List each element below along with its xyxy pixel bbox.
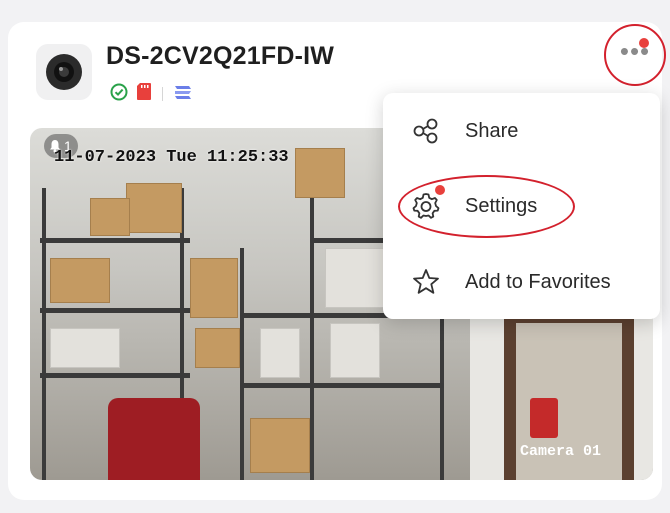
menu-item-share[interactable]: Share [383, 98, 660, 164]
more-options-button[interactable]: ••• [604, 24, 666, 86]
settings-highlight-ring [398, 175, 575, 238]
notification-dot [639, 38, 649, 48]
video-scene [40, 238, 190, 243]
device-name: DS-2CV2Q21FD-IW [106, 42, 335, 70]
video-scene [530, 398, 558, 438]
video-scene [40, 308, 190, 313]
video-scene [330, 323, 380, 378]
online-check-icon [110, 83, 128, 106]
video-scene [195, 328, 240, 368]
video-scene [50, 258, 110, 303]
camera-label: Camera 01 [519, 443, 601, 460]
star-icon [411, 267, 441, 297]
video-scene [250, 418, 310, 473]
status-divider [162, 87, 163, 101]
video-scene [310, 168, 314, 480]
video-scene [325, 248, 385, 308]
video-scene [90, 198, 130, 236]
video-timestamp: 11-07-2023 Tue 11:25:33 [54, 148, 289, 167]
video-scene [240, 248, 244, 480]
sd-card-icon [136, 82, 152, 106]
camera-icon [36, 44, 92, 100]
video-scene [295, 148, 345, 198]
device-status-row [110, 82, 193, 106]
video-scene [260, 328, 300, 378]
video-scene [240, 383, 444, 388]
video-scene [126, 183, 182, 233]
share-icon [411, 116, 441, 146]
storage-icon [173, 83, 193, 106]
menu-item-label: Share [465, 119, 519, 142]
video-scene [190, 258, 238, 318]
menu-item-label: Add to Favorites [465, 270, 611, 293]
video-scene [108, 398, 200, 480]
video-scene [42, 188, 46, 480]
video-scene [50, 328, 120, 368]
video-scene [40, 373, 190, 378]
menu-item-add-to-favorites[interactable]: Add to Favorites [383, 249, 660, 315]
